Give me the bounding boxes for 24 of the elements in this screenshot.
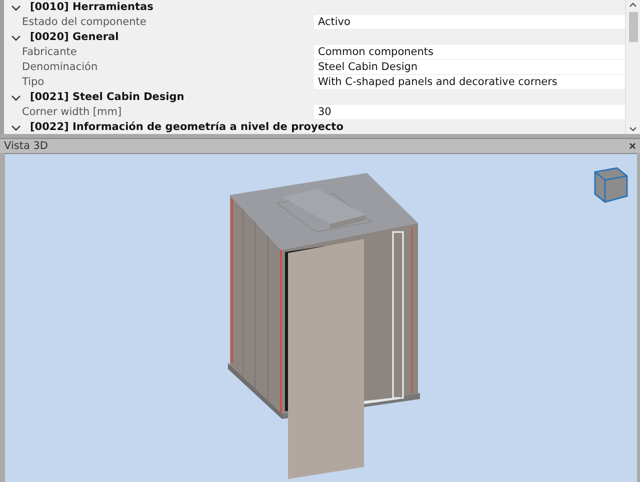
collapse-chevron-icon[interactable] — [10, 92, 22, 102]
group-title: [0021] Steel Cabin Design — [30, 90, 184, 105]
property-value[interactable]: Common components — [314, 44, 625, 60]
property-value[interactable]: Steel Cabin Design — [314, 60, 625, 74]
property-name: Tipo — [4, 75, 314, 89]
property-value[interactable]: With C-shaped panels and decorative corners — [314, 74, 625, 90]
scrollbar-thumb[interactable] — [628, 12, 638, 42]
group-title: [0010] Herramientas — [30, 0, 154, 15]
property-name: Corner width [mm] — [4, 105, 314, 119]
property-name: Denominación — [4, 60, 314, 74]
group-title: [0020] General — [30, 30, 119, 45]
scroll-down-icon[interactable] — [628, 124, 638, 134]
group-title: [0022] Información de geometría a nivel de proyecto — [30, 120, 344, 134]
view-cube-icon[interactable] — [593, 164, 629, 204]
collapse-chevron-icon[interactable] — [10, 122, 22, 132]
property-value[interactable]: Activo — [314, 14, 625, 30]
property-name: Fabricante — [4, 45, 314, 59]
close-button[interactable]: × — [628, 140, 636, 152]
property-name: Estado del componente — [4, 15, 314, 29]
property-value[interactable]: 30 — [314, 104, 625, 120]
scrollbar[interactable] — [625, 0, 640, 134]
panel-title: Vista 3D — [4, 140, 48, 152]
collapse-chevron-icon[interactable] — [10, 32, 22, 42]
collapse-chevron-icon[interactable] — [10, 2, 22, 12]
